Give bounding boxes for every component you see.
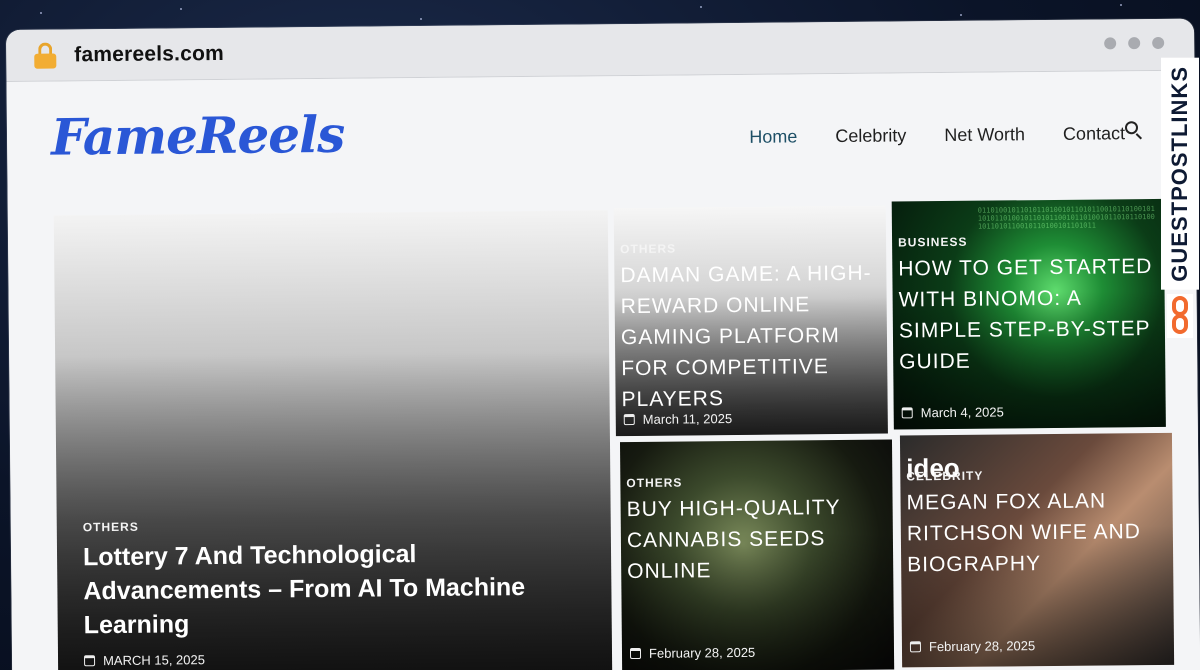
post-category[interactable]: OTHERS	[614, 242, 676, 257]
post-date-text: February 28, 2025	[648, 644, 756, 661]
post-date-text: March 4, 2025	[920, 404, 1004, 421]
post-title[interactable]: Lottery 7 And Technological Advancements…	[83, 535, 594, 642]
search-icon[interactable]	[1124, 121, 1143, 140]
post-date: February 28, 2025	[629, 644, 756, 661]
post-title[interactable]: DAMAN GAME: A HIGH-REWARD ONLINE GAMING …	[620, 258, 883, 416]
watermark: GUESTPOSTLINKS	[1160, 58, 1200, 358]
nav-net-worth[interactable]: Net Worth	[944, 124, 1025, 146]
post-title[interactable]: HOW TO GET STARTED WITH BINOMO: A SIMPLE…	[898, 251, 1161, 378]
featured-grid: OTHERS Lottery 7 And Technological Advan…	[7, 188, 1200, 670]
post-card-1[interactable]: OTHERS DAMAN GAME: A HIGH-REWARD ONLINE …	[613, 205, 888, 437]
post-category[interactable]: OTHERS	[620, 476, 682, 491]
featured-post-card[interactable]: OTHERS Lottery 7 And Technological Advan…	[53, 210, 613, 670]
post-title[interactable]: MEGAN FOX ALAN RITCHSON WIFE AND BIOGRAP…	[906, 485, 1169, 581]
post-category[interactable]: BUSINESS	[892, 235, 967, 250]
post-date: March 11, 2025	[623, 411, 733, 427]
post-date: March 4, 2025	[901, 404, 1004, 421]
calendar-icon	[901, 407, 913, 419]
calendar-icon	[629, 647, 642, 660]
main-nav: Home Celebrity Net Worth Contact	[749, 123, 1125, 148]
calendar-icon	[909, 641, 922, 653]
post-category[interactable]: OTHERS	[83, 520, 139, 535]
lock-icon	[34, 42, 57, 69]
nav-contact[interactable]: Contact	[1063, 123, 1125, 145]
window-dot-1[interactable]	[1104, 37, 1117, 50]
post-card-3[interactable]: OTHERS BUY HIGH-QUALITY CANNABIS SEEDS O…	[619, 439, 895, 670]
post-date-text: March 11, 2025	[642, 411, 733, 427]
link-icon	[1167, 293, 1193, 338]
post-title[interactable]: BUY HIGH-QUALITY CANNABIS SEEDS ONLINE	[626, 492, 889, 588]
post-date-text: February 28, 2025	[928, 638, 1036, 655]
nav-celebrity[interactable]: Celebrity	[835, 125, 906, 147]
watermark-text: GUESTPOSTLINKS	[1161, 58, 1199, 290]
site-logo[interactable]: FameReels	[51, 105, 345, 167]
post-date-text: MARCH 15, 2025	[102, 652, 206, 669]
post-date: February 28, 2025	[909, 638, 1036, 655]
url-text[interactable]: famereels.com	[74, 41, 224, 66]
post-card-2[interactable]: 0110100101101011010010110101100101101001…	[891, 198, 1166, 430]
post-category[interactable]: CELEBRITY	[900, 469, 983, 484]
calendar-icon	[623, 413, 635, 426]
window-controls[interactable]	[1104, 36, 1165, 50]
window-dot-2[interactable]	[1128, 37, 1141, 50]
site-header: FameReels Home Celebrity Net Worth Conta…	[6, 70, 1196, 200]
nav-home[interactable]: Home	[749, 126, 797, 147]
post-card-4[interactable]: ideo CELEBRITY MEGAN FOX ALAN RITCHSON W…	[899, 432, 1175, 668]
window-dot-3[interactable]	[1152, 36, 1165, 49]
browser-window: famereels.com FameReels Home Celebrity N…	[6, 18, 1200, 670]
calendar-icon	[84, 655, 96, 667]
post-date: MARCH 15, 2025	[84, 652, 205, 668]
